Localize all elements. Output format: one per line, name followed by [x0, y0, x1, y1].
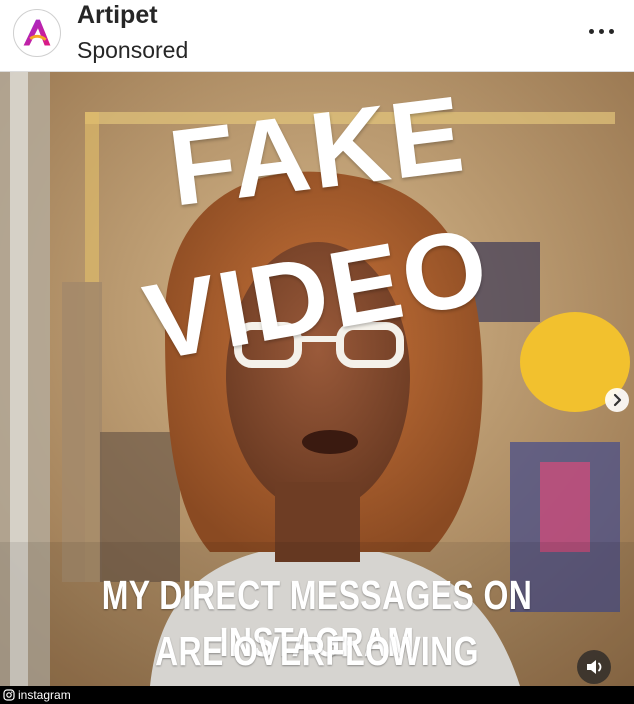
speaker-icon — [587, 660, 602, 674]
video-player[interactable]: FAKE VIDEO MY DIRECT MESSAGES ON INSTAGR… — [0, 72, 634, 686]
account-name[interactable]: Artipet — [77, 1, 158, 30]
sponsored-label: Sponsored — [77, 37, 189, 63]
sound-toggle-button[interactable] — [577, 650, 611, 684]
more-options-icon[interactable] — [586, 18, 618, 44]
source-label: instagram — [18, 688, 71, 702]
next-slide-button[interactable] — [605, 388, 629, 412]
post-header: Artipet Sponsored — [0, 0, 634, 72]
caption-line-2: ARE OVERFLOWING — [155, 628, 479, 674]
image-credit: instagram — [0, 686, 634, 704]
account-avatar[interactable] — [13, 9, 61, 57]
chevron-right-icon — [613, 393, 622, 407]
instagram-icon — [3, 689, 15, 701]
artipet-logo-icon — [23, 19, 51, 46]
